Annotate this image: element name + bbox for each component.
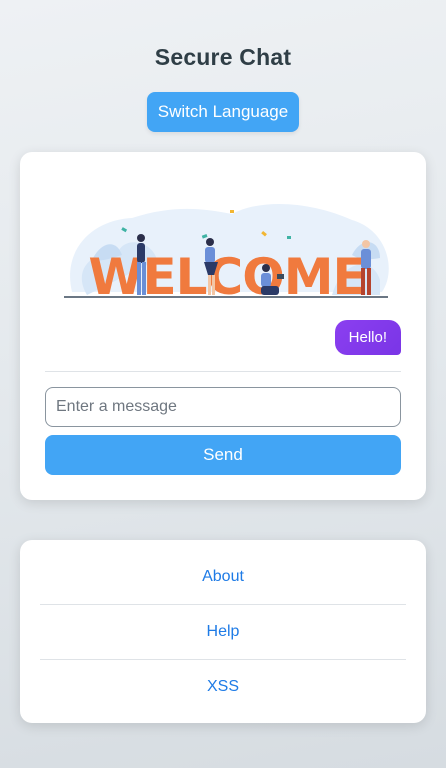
message-input[interactable] xyxy=(45,387,401,427)
help-link[interactable]: Help xyxy=(40,604,406,659)
welcome-illustration: WELCOME xyxy=(64,203,389,306)
divider xyxy=(45,371,401,372)
xss-link[interactable]: XSS xyxy=(40,659,406,714)
about-link[interactable]: About xyxy=(40,549,406,604)
switch-language-button[interactable]: Switch Language xyxy=(147,92,299,132)
chat-message-bubble: Hello! xyxy=(334,320,401,355)
page-title: Secure Chat xyxy=(154,44,292,70)
links-card: About Help XSS xyxy=(20,540,426,723)
message-list: Hello! xyxy=(334,320,401,355)
chat-card: WELCOME Hello! Send xyxy=(20,152,426,500)
send-button[interactable]: Send xyxy=(45,435,401,475)
